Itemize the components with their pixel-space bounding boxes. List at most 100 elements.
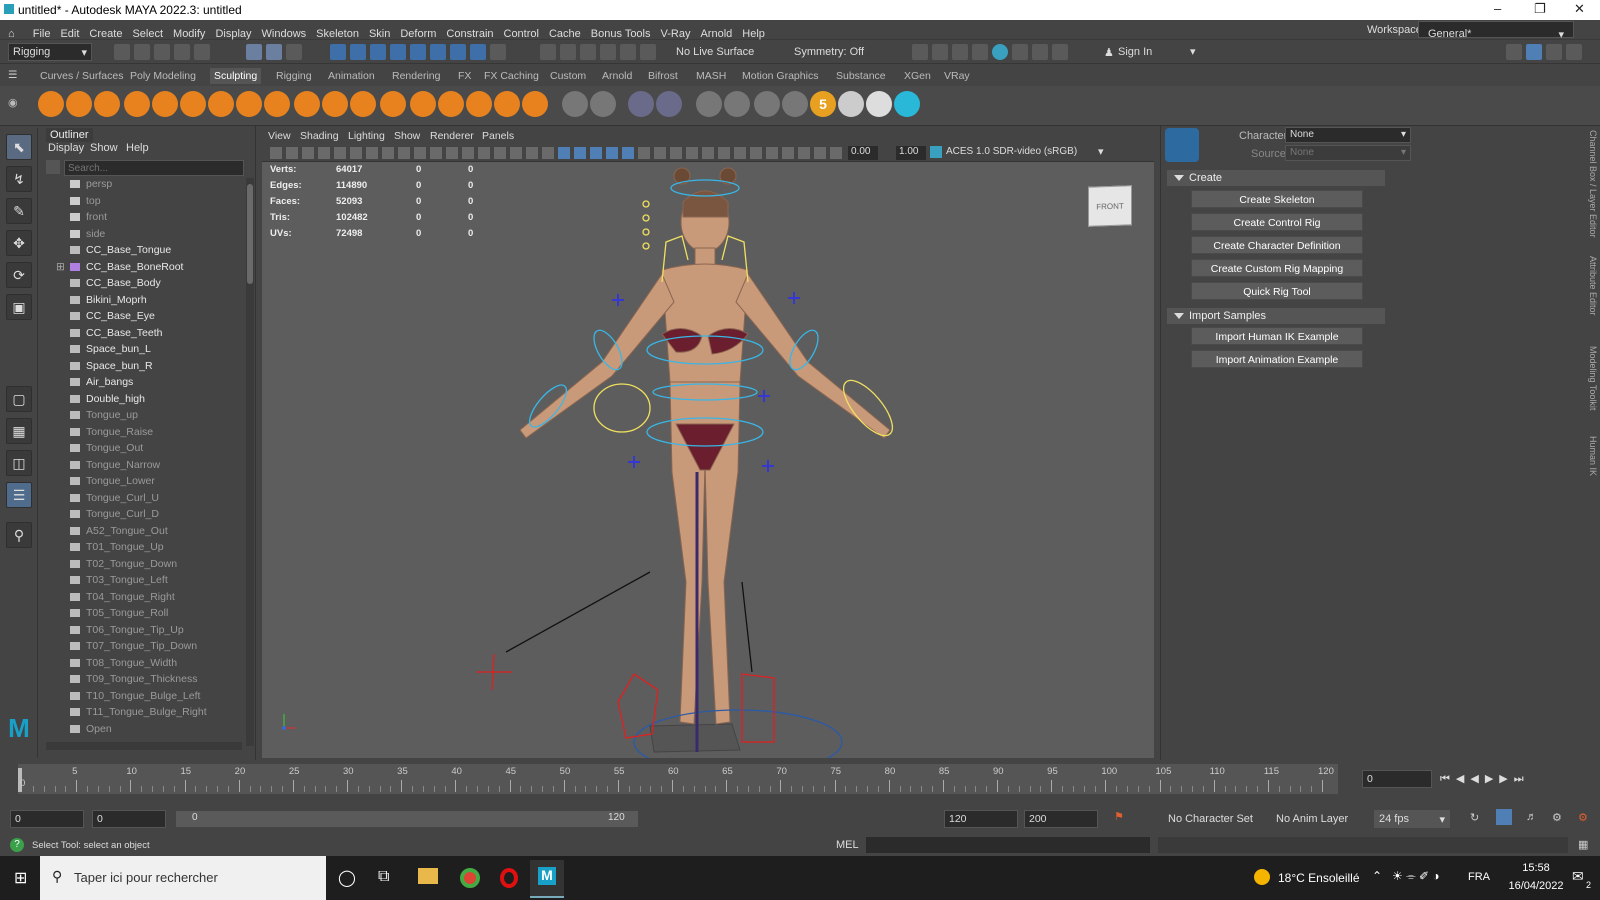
outliner-item[interactable]: CC_Base_Tongue — [44, 242, 244, 258]
shelf-menu-icon[interactable]: ☰ — [8, 69, 17, 81]
chrome-icon[interactable] — [460, 868, 480, 888]
menu-file[interactable]: File — [28, 24, 56, 40]
side-tab-attribute-editor[interactable]: Attribute Editor — [1588, 256, 1598, 316]
jack-tool-icon[interactable] — [894, 91, 920, 117]
viewport-tool-icon[interactable] — [766, 147, 778, 159]
menu-deform[interactable]: Deform — [395, 24, 441, 40]
menu-skin[interactable]: Skin — [364, 24, 395, 40]
lock-icon[interactable] — [490, 44, 506, 60]
outliner-item[interactable]: T01_Tongue_Up — [44, 539, 244, 555]
tray-icons[interactable]: ☀ ⌯ ✐ ◑ — [1392, 869, 1440, 884]
viewport-tool-icon[interactable] — [414, 147, 426, 159]
import-human-ik-example-button[interactable]: Import Human IK Example — [1191, 327, 1363, 345]
viewport-menu-panels[interactable]: Panels — [482, 130, 514, 142]
scrape-tool-icon[interactable] — [350, 91, 376, 117]
filter-icon[interactable] — [46, 160, 60, 174]
redo-icon[interactable] — [194, 44, 210, 60]
outliner-item[interactable]: persp — [44, 176, 244, 192]
viewport-tool-icon[interactable] — [718, 147, 730, 159]
open-scene-icon[interactable] — [134, 44, 150, 60]
character-set-dropdown[interactable]: No Character Set — [1168, 813, 1253, 825]
exposure-field[interactable]: 0.00 — [848, 146, 878, 160]
magnet-icon[interactable] — [620, 44, 636, 60]
outliner-item[interactable]: Tongue_up — [44, 407, 244, 423]
task-view-icon[interactable]: ⧉ — [378, 868, 389, 886]
shelf-tab-rendering[interactable]: Rendering — [392, 70, 440, 82]
shelf-tab-rigging[interactable]: Rigging — [276, 70, 312, 82]
channel-box-toggle-icon[interactable] — [1526, 44, 1542, 60]
search-icon[interactable]: ⚲ — [6, 522, 32, 548]
menu-v-ray[interactable]: V-Ray — [656, 24, 696, 40]
smear-tool-icon[interactable] — [438, 91, 464, 117]
outliner-item[interactable]: T06_Tongue_Tip_Up — [44, 622, 244, 638]
weather-text[interactable]: 18°C Ensoleillé — [1278, 871, 1360, 885]
layout-icon[interactable] — [1506, 44, 1522, 60]
single-pane-icon[interactable]: ▢ — [6, 386, 32, 412]
animation-start-field[interactable]: 0 — [10, 810, 84, 828]
viewport-tool-icon[interactable] — [270, 147, 282, 159]
freeze-tool-icon[interactable] — [522, 91, 548, 117]
magnet-alt-icon[interactable] — [640, 44, 656, 60]
render-settings-icon[interactable] — [952, 44, 968, 60]
knife-tool-icon[interactable] — [410, 91, 436, 117]
shelf-tab-bifrost[interactable]: Bifrost — [648, 70, 678, 82]
viewport-tool-icon[interactable] — [654, 147, 666, 159]
viewport-panel[interactable]: View Shading Lighting Show Renderer Panels 0.… — [260, 126, 1156, 760]
menu-modify[interactable]: Modify — [168, 24, 210, 40]
shelf-tab-mash[interactable]: MASH — [696, 70, 726, 82]
outliner-item[interactable]: CC_Base_Eye — [44, 308, 244, 324]
viewport-tool-icon[interactable] — [334, 147, 346, 159]
import-animation-example-button[interactable]: Import Animation Example — [1191, 350, 1363, 368]
viewport-tool-icon[interactable] — [638, 147, 650, 159]
outliner-menu-display[interactable]: Display — [48, 142, 84, 154]
render-icon[interactable] — [912, 44, 928, 60]
sculpt-tool-icon[interactable] — [38, 91, 64, 117]
time-slider[interactable]: 0 5 10 15 20 25 30 35 40 45 50 55 60 65 70 75 80 85 90 95 1… — [0, 762, 1600, 798]
side-tab-channel-box-layer-editor[interactable]: Channel Box / Layer Editor — [1588, 130, 1598, 238]
viewport-tool-icon[interactable] — [798, 147, 810, 159]
outliner-item[interactable]: Tongue_Curl_D — [44, 506, 244, 522]
menu-create[interactable]: Create — [84, 24, 127, 40]
script-editor-icon[interactable]: ▦ — [1578, 838, 1588, 851]
menu-help[interactable]: Help — [737, 24, 770, 40]
construction-history-icon[interactable] — [540, 44, 556, 60]
smooth-tool-icon[interactable] — [66, 91, 92, 117]
outliner-item[interactable]: Tongue_Raise — [44, 424, 244, 440]
viewport-tool-icon[interactable] — [430, 147, 442, 159]
windows-start-icon[interactable]: ⊞ — [14, 868, 27, 888]
vray-icon[interactable] — [1012, 44, 1028, 60]
clock-time[interactable]: 15:58 — [1508, 862, 1564, 874]
mask-tool-icon[interactable] — [866, 91, 892, 117]
four-pane-icon[interactable]: ▦ — [6, 418, 32, 444]
viewport-tool-icon[interactable] — [814, 147, 826, 159]
viewport-tool-icon[interactable] — [750, 147, 762, 159]
bake-tool-icon[interactable] — [754, 91, 780, 117]
snap-view-icon[interactable] — [390, 44, 406, 60]
minimize-icon[interactable]: – — [1494, 1, 1501, 16]
create-character-definition-button[interactable]: Create Character Definition — [1191, 236, 1363, 254]
bulge-tool-icon[interactable] — [466, 91, 492, 117]
side-tab-human-ik[interactable]: Human IK — [1588, 436, 1598, 476]
outliner-menu-show[interactable]: Show — [90, 142, 118, 154]
viewport-tool-icon[interactable] — [526, 147, 538, 159]
playback-start-field[interactable]: 0 — [92, 810, 166, 828]
outliner-item[interactable]: front — [44, 209, 244, 225]
viewport-tool-icon[interactable] — [590, 147, 602, 159]
viewport-menu-renderer[interactable]: Renderer — [430, 130, 474, 142]
imprint-tool-icon[interactable] — [294, 91, 320, 117]
ipr-render-icon[interactable] — [932, 44, 948, 60]
viewport-tool-icon[interactable] — [702, 147, 714, 159]
fps-dropdown[interactable]: 24 fps ▾ — [1374, 810, 1450, 828]
cortana-icon[interactable]: ◯ — [338, 868, 356, 888]
viewport-tool-icon[interactable] — [542, 147, 554, 159]
shelf-tab-substance[interactable]: Substance — [836, 70, 886, 82]
menu-skeleton[interactable]: Skeleton — [311, 24, 364, 40]
menu-select[interactable]: Select — [127, 24, 168, 40]
live-surface-label[interactable]: No Live Surface — [676, 46, 754, 58]
select-object-icon[interactable] — [266, 44, 282, 60]
viewport-tool-icon[interactable] — [382, 147, 394, 159]
menu-constrain[interactable]: Constrain — [441, 24, 498, 40]
viewport-menu-view[interactable]: View — [268, 130, 291, 142]
opera-icon[interactable] — [500, 868, 518, 888]
symmetry-label[interactable]: Symmetry: Off — [794, 46, 864, 58]
